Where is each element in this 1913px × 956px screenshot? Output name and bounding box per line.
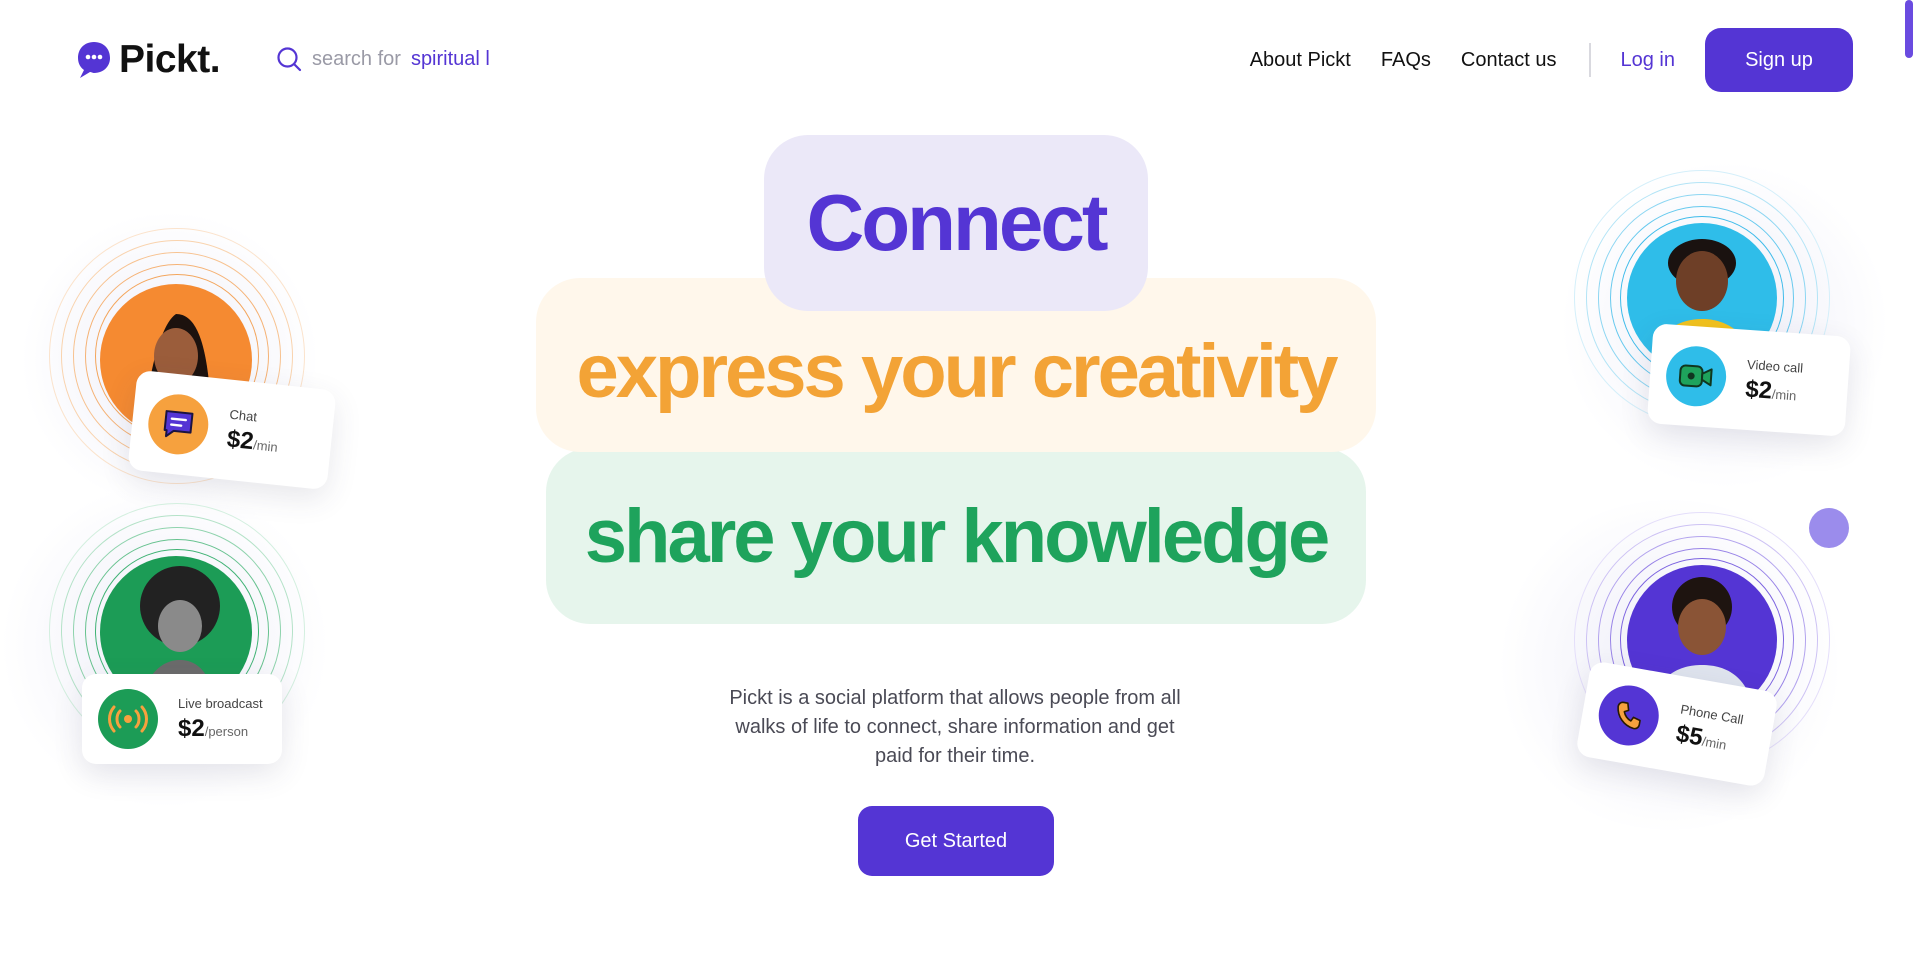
get-started-button[interactable]: Get Started [858, 806, 1054, 876]
video-card-label: Video call [1746, 356, 1804, 376]
search-input[interactable]: search for spiritual l [276, 46, 490, 72]
broadcast-card-label: Live broadcast [178, 695, 263, 711]
broadcast-icon [98, 689, 158, 749]
logo-text: Pickt. [119, 38, 221, 81]
search-placeholder-prefix: search for [312, 47, 401, 70]
broadcast-card-price: $2/person [178, 714, 249, 742]
hero-line-connect: Connect [806, 178, 1109, 267]
top-navbar: Pickt. search for spiritual l About Pick… [0, 0, 1913, 120]
chat-price-card[interactable]: Chat $2/min [127, 369, 337, 491]
nav-link-about[interactable]: About Pickt [1250, 49, 1351, 72]
nav-divider [1588, 43, 1591, 77]
chat-bubble-icon [145, 391, 212, 458]
decorative-dot [1809, 508, 1849, 548]
hero-line-express: express your creativity [576, 328, 1338, 414]
hero-line-share: share your knowledge [584, 493, 1330, 579]
chat-card-label: Chat [228, 406, 258, 424]
search-typed-text: spiritual l [410, 47, 490, 70]
search-icon [277, 47, 302, 72]
phone-card-price: $5/min [1674, 719, 1728, 753]
broadcast-price-card[interactable]: Live broadcast $2/person [82, 674, 282, 764]
video-call-price-card[interactable]: Video call $2/min [1646, 323, 1852, 437]
chat-card-price: $2/min [225, 425, 279, 455]
scroll-indicator [1905, 0, 1913, 58]
hero-description: Pickt is a social platform that allows p… [729, 687, 1181, 767]
phone-icon [1593, 680, 1664, 751]
nav-links: About Pickt FAQs Contact us Log in Sign … [1250, 28, 1853, 92]
video-card-price: $2/min [1744, 375, 1797, 405]
login-link[interactable]: Log in [1621, 49, 1676, 72]
signup-button[interactable]: Sign up [1705, 28, 1853, 92]
hero-connect-pill: Connect [764, 135, 1148, 311]
nav-link-faqs[interactable]: FAQs [1381, 49, 1431, 72]
nav-link-contact[interactable]: Contact us [1461, 49, 1557, 72]
hero-share-pill: share your knowledge [546, 448, 1366, 624]
logo-icon [78, 42, 110, 78]
logo[interactable]: Pickt. [75, 38, 221, 82]
video-camera-icon [1664, 344, 1729, 409]
